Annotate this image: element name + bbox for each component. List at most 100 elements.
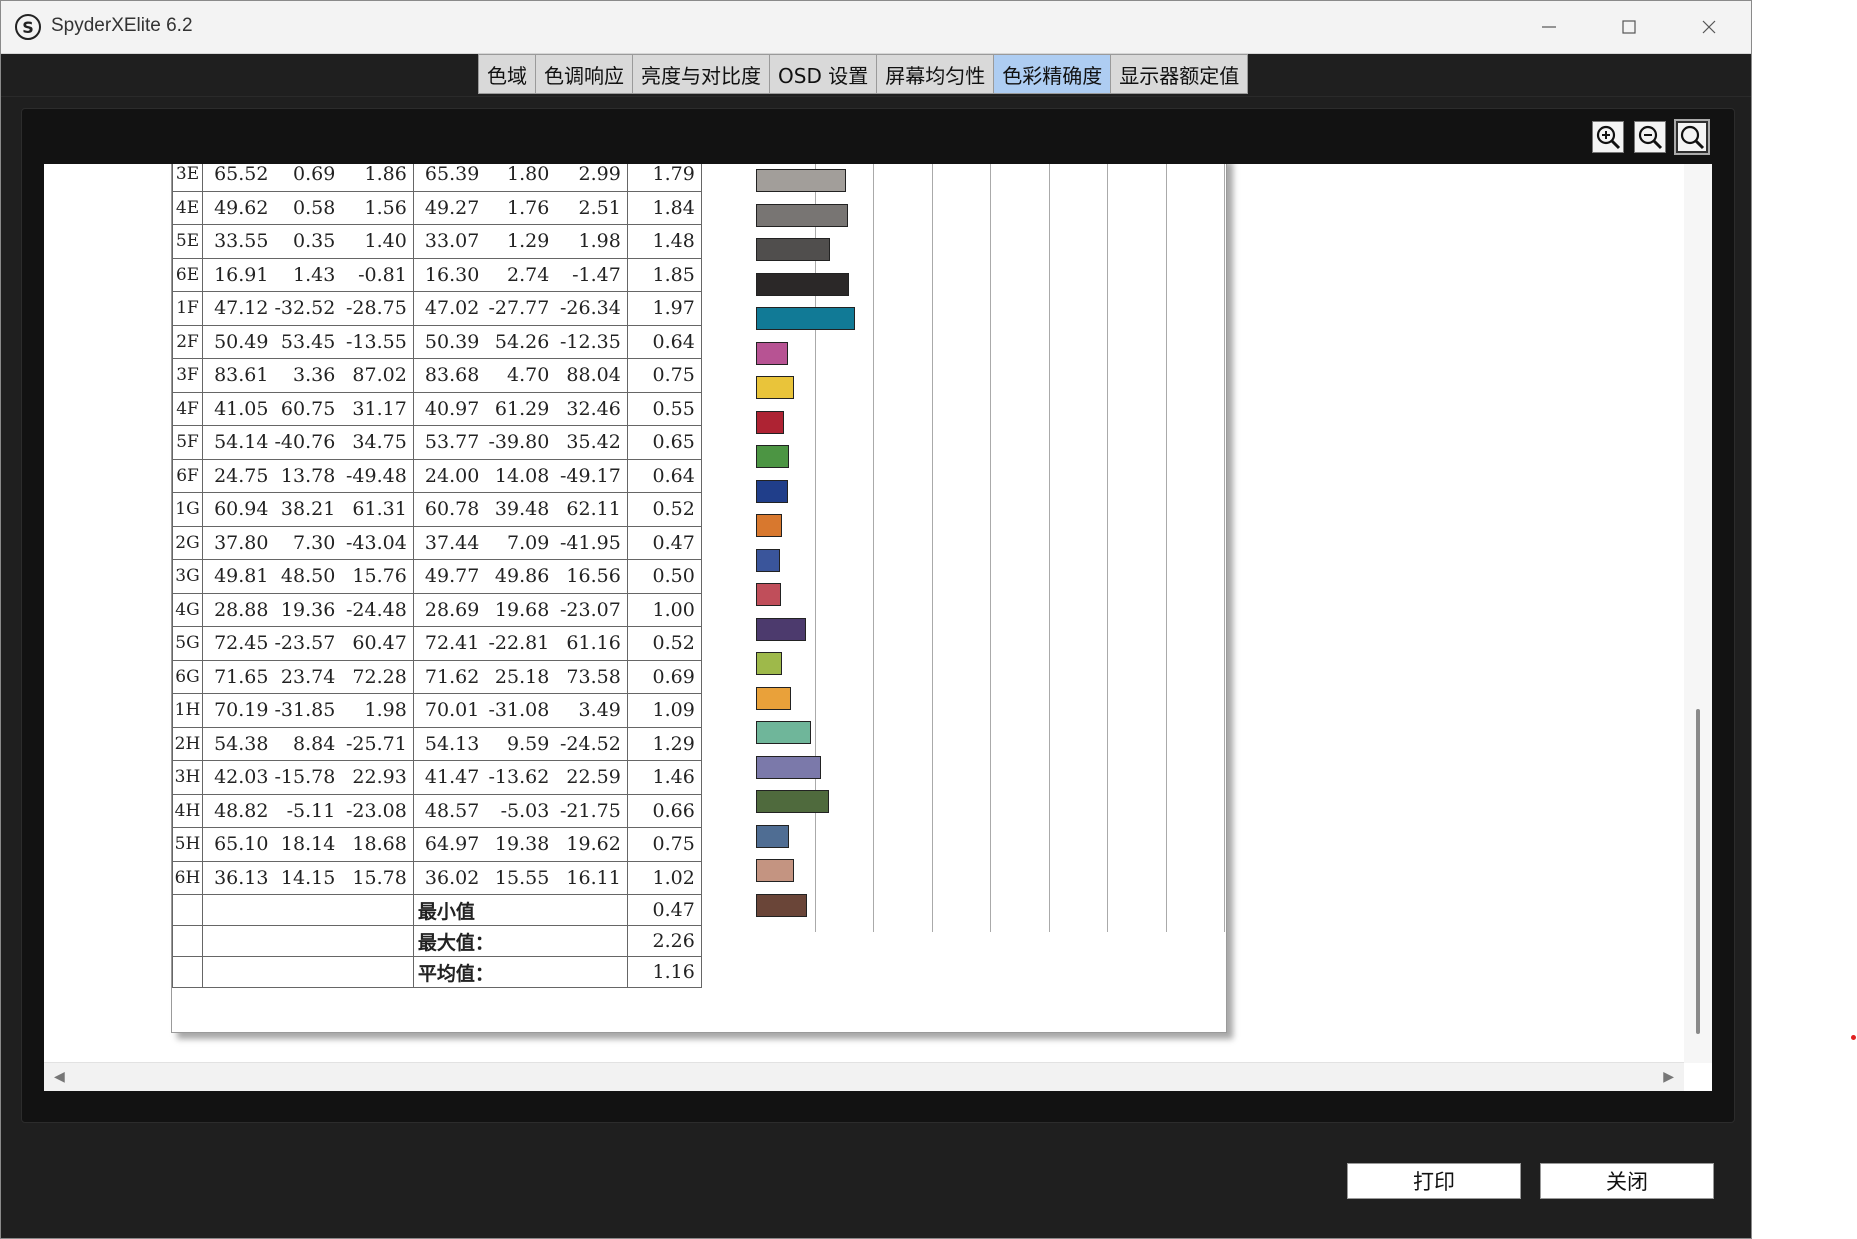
minimize-icon	[1542, 26, 1556, 28]
table-cell: 71.65	[202, 659, 275, 694]
table-cell: 48.57	[412, 793, 486, 828]
table-cell: 7.09	[485, 525, 556, 560]
chart-gridline	[873, 164, 874, 932]
delta-e-cell: 1.85	[626, 257, 702, 292]
delta-e-cell: 1.02	[626, 860, 702, 895]
table-cell: 73.58	[555, 659, 628, 694]
delta-e-bar	[756, 169, 846, 192]
delta-e-cell: 1.09	[626, 693, 702, 728]
tab-1[interactable]: 色调响应	[536, 55, 633, 93]
delta-e-bar	[756, 652, 782, 675]
zoom-out-button[interactable]	[1634, 121, 1666, 153]
table-cell: 83.61	[202, 358, 275, 393]
table-cell: 1.80	[485, 164, 556, 192]
table-cell: 3.36	[274, 358, 342, 393]
zoom-fit-button[interactable]	[1674, 119, 1710, 155]
patch-id: 2F	[172, 324, 203, 359]
table-cell: 60.78	[412, 492, 486, 527]
patch-id: 2G	[172, 525, 203, 560]
table-cell: 34.75	[341, 425, 414, 460]
report-sheet: 3E 65.52 0.69 1.86 65.39 1.80 2.99 1.79 4E 49.62 0…	[171, 164, 1227, 1033]
table-cell: 54.14	[202, 425, 275, 460]
table-cell: 71.62	[412, 659, 486, 694]
vertical-scroll-thumb[interactable]	[1696, 709, 1700, 1034]
table-cell: 70.01	[412, 693, 486, 728]
tab-3[interactable]: OSD 设置	[770, 55, 878, 93]
delta-e-bar	[756, 755, 821, 779]
table-cell: 28.69	[412, 592, 486, 627]
zoom-out-icon	[1638, 125, 1663, 150]
table-cell: 0.35	[274, 224, 342, 259]
table-cell: 72.41	[412, 626, 486, 661]
table-cell: -15.78	[274, 760, 342, 795]
maximize-button[interactable]	[1589, 1, 1669, 53]
zoom-in-button[interactable]	[1592, 121, 1624, 153]
table-cell: 19.68	[485, 592, 556, 627]
patch-id: 1G	[172, 492, 203, 527]
empty-cell	[202, 894, 414, 926]
table-cell: 48.50	[274, 559, 342, 594]
table-cell: 0.58	[274, 190, 342, 225]
table-cell: 60.75	[274, 391, 342, 426]
table-cell: -24.48	[341, 592, 414, 627]
minimize-button[interactable]	[1509, 1, 1589, 53]
delta-e-cell: 0.47	[626, 525, 702, 560]
chart-gridline	[931, 164, 933, 932]
tab-2[interactable]: 亮度与对比度	[633, 55, 770, 93]
delta-e-cell: 0.52	[626, 626, 702, 661]
delta-e-bar	[756, 859, 794, 882]
tab-0[interactable]: 色域	[479, 55, 536, 93]
table-cell: 65.52	[202, 164, 275, 192]
table-cell: -5.03	[485, 793, 556, 828]
report-viewer[interactable]: 3E 65.52 0.69 1.86 65.39 1.80 2.99 1.79 4E 49.62 0…	[44, 164, 1712, 1091]
delta-e-bar	[756, 893, 807, 917]
delta-e-bar	[756, 583, 781, 606]
table-row: 6E 16.91 1.43 -0.81 16.30 2.74 -1.47 1.85	[172, 257, 702, 292]
table-cell: 49.86	[485, 559, 556, 594]
table-cell: 14.15	[274, 860, 342, 895]
table-cell: 14.08	[485, 458, 556, 493]
tab-5[interactable]: 色彩精确度	[994, 55, 1112, 93]
vertical-scrollbar[interactable]	[1684, 164, 1712, 1064]
table-row: 1F 47.12 -32.52 -28.75 47.02 -27.77 -26.34 1.97	[172, 291, 702, 326]
scroll-left-arrow-icon[interactable]: ◀	[54, 1069, 65, 1085]
table-cell: 1.43	[274, 257, 342, 292]
delta-e-bar	[756, 790, 829, 813]
scroll-right-arrow-icon[interactable]: ▶	[1663, 1069, 1674, 1085]
horizontal-scrollbar[interactable]: ◀ ▶	[44, 1062, 1684, 1091]
table-cell: 41.05	[202, 391, 275, 426]
table-cell: 60.94	[202, 492, 275, 527]
chart-gridline	[1107, 164, 1108, 932]
print-button[interactable]: 打印	[1347, 1163, 1521, 1199]
table-cell: 54.13	[412, 726, 486, 761]
table-row: 5H 65.10 18.14 18.68 64.97 19.38 19.62 0.75	[172, 827, 702, 862]
table-row: 2H 54.38 8.84 -25.71 54.13 9.59 -24.52 1.29	[172, 726, 702, 761]
table-row: 2G 37.80 7.30 -43.04 37.44 7.09 -41.95 0.47	[172, 525, 702, 560]
table-cell: 49.81	[202, 559, 275, 594]
zoom-in-icon	[1596, 125, 1621, 150]
table-cell: -41.95	[555, 525, 628, 560]
close-window-button[interactable]	[1669, 1, 1749, 53]
table-cell: 33.55	[202, 224, 275, 259]
close-button[interactable]: 关闭	[1540, 1163, 1714, 1199]
table-cell: -31.85	[274, 693, 342, 728]
table-cell: 64.97	[412, 827, 486, 862]
table-row: 6H 36.13 14.15 15.78 36.02 15.55 16.11 1.02	[172, 860, 702, 895]
table-cell: 31.17	[341, 391, 414, 426]
delta-e-cell: 0.52	[626, 492, 702, 527]
table-cell: 9.59	[485, 726, 556, 761]
delta-e-cell: 0.50	[626, 559, 702, 594]
table-cell: 47.12	[202, 291, 275, 326]
table-cell: 35.42	[555, 425, 628, 460]
table-cell: 22.93	[341, 760, 414, 795]
tab-6[interactable]: 显示器额定值	[1111, 55, 1247, 93]
table-cell: 0.69	[274, 164, 342, 192]
delta-e-bar	[756, 686, 791, 710]
delta-e-bar	[756, 548, 780, 572]
report-panel: 3E 65.52 0.69 1.86 65.39 1.80 2.99 1.79 4E 49.62 0…	[21, 108, 1735, 1123]
patch-id: 4F	[172, 391, 203, 426]
delta-e-cell: 0.75	[626, 358, 702, 393]
patch-id: 4G	[172, 592, 203, 627]
table-cell: -21.75	[555, 793, 628, 828]
tab-4[interactable]: 屏幕均匀性	[877, 55, 995, 93]
